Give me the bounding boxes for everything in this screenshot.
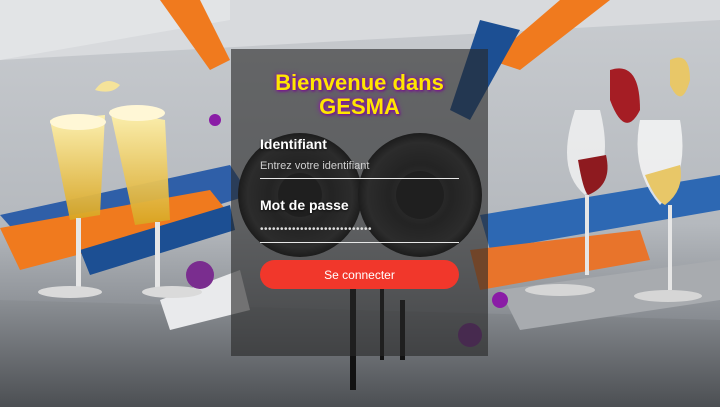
username-label: Identifiant [260, 136, 327, 152]
password-input[interactable] [260, 215, 459, 243]
page-title: Bienvenue dans GESMA [275, 70, 444, 119]
password-label: Mot de passe [260, 197, 349, 213]
username-input[interactable] [260, 154, 459, 179]
login-card: Bienvenue dans GESMA Identifiant Mot de … [231, 49, 488, 356]
login-button[interactable]: Se connecter [260, 260, 459, 289]
